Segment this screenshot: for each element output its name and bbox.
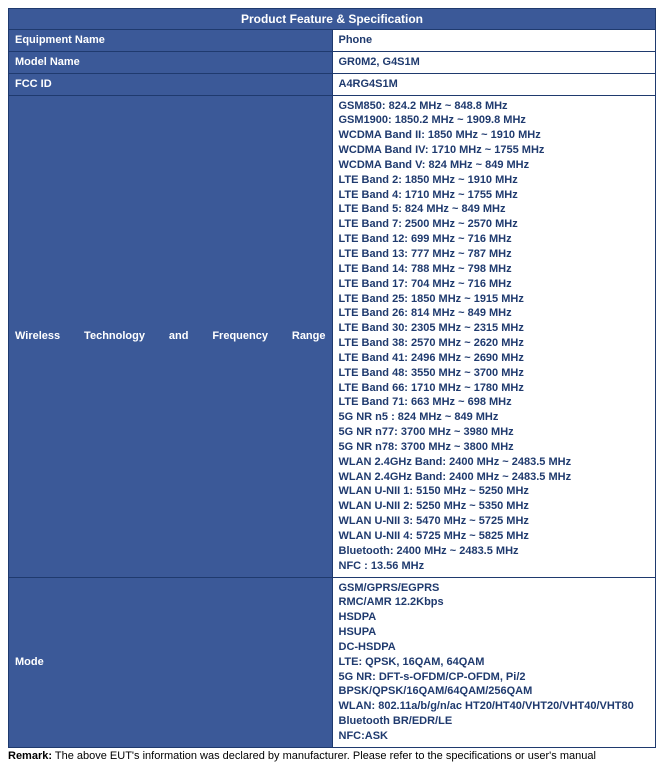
remark-text: Remark: The above EUT's information was … bbox=[8, 750, 656, 762]
table-row: Model Name GR0M2, G4S1M bbox=[9, 51, 656, 73]
spec-table: Product Feature & Specification Equipmen… bbox=[8, 8, 656, 748]
fcc-id-value: A4RG4S1M bbox=[332, 73, 656, 95]
model-name-value: GR0M2, G4S1M bbox=[332, 51, 656, 73]
fcc-id-label: FCC ID bbox=[9, 73, 333, 95]
mode-label: Mode bbox=[9, 577, 333, 747]
mode-value: GSM/GPRS/EGPRSRMC/AMR 12.2KbpsHSDPAHSUPA… bbox=[332, 577, 656, 747]
wireless-label: Wireless Technology and Frequency Range bbox=[9, 95, 333, 577]
equipment-name-label: Equipment Name bbox=[9, 30, 333, 52]
wireless-value: GSM850: 824.2 MHz ~ 848.8 MHzGSM1900: 18… bbox=[332, 95, 656, 577]
equipment-name-value: Phone bbox=[332, 30, 656, 52]
model-name-label: Model Name bbox=[9, 51, 333, 73]
table-row: Mode GSM/GPRS/EGPRSRMC/AMR 12.2KbpsHSDPA… bbox=[9, 577, 656, 747]
table-row: Equipment Name Phone bbox=[9, 30, 656, 52]
table-row: FCC ID A4RG4S1M bbox=[9, 73, 656, 95]
table-header: Product Feature & Specification bbox=[9, 9, 656, 30]
table-row: Wireless Technology and Frequency Range … bbox=[9, 95, 656, 577]
